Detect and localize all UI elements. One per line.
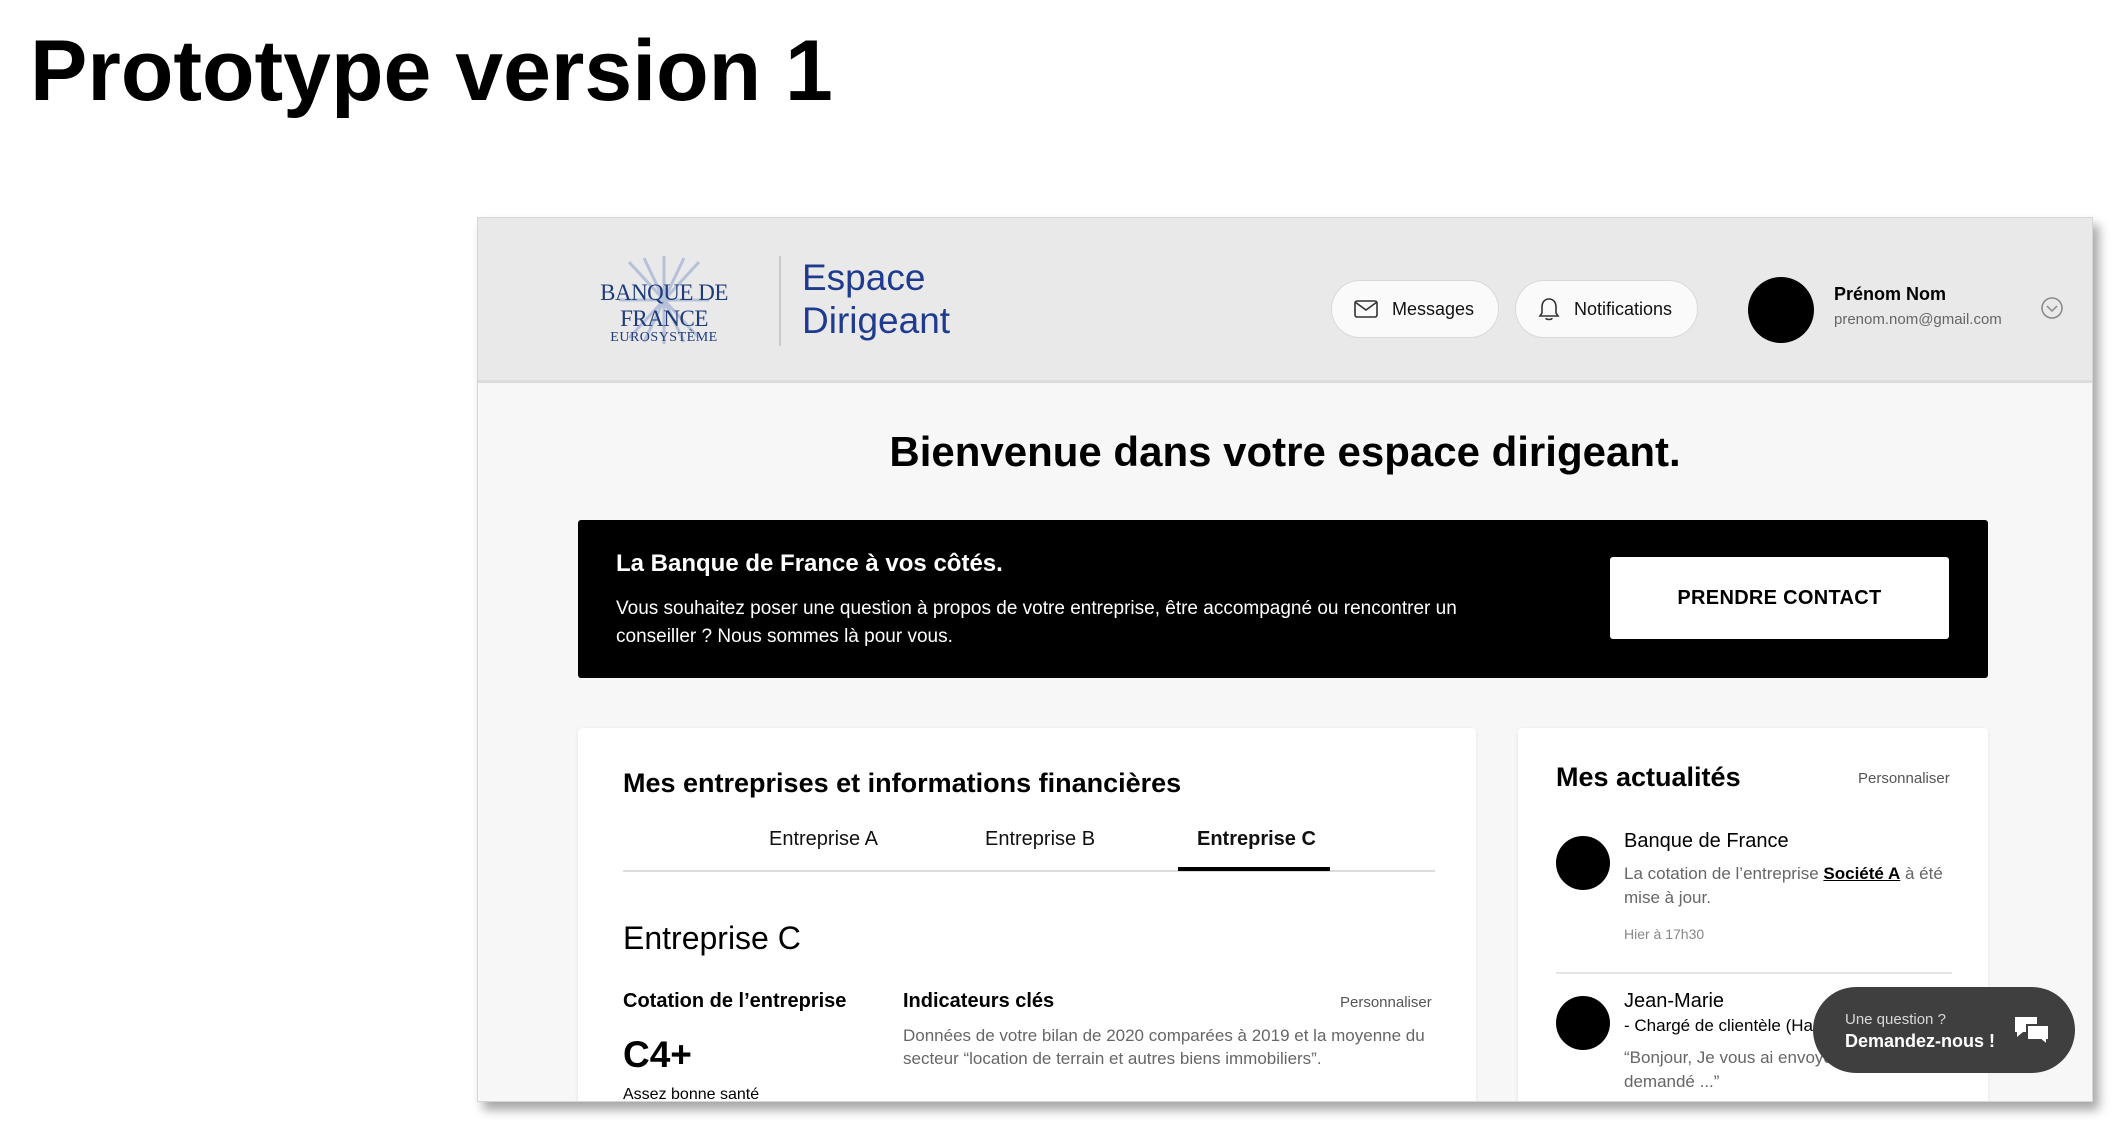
news-title: Mes actualités xyxy=(1556,762,1741,792)
company-tabs: Entreprise A Entreprise B Entreprise C xyxy=(623,828,1435,872)
indicators-customize-link[interactable]: Personnaliser xyxy=(1340,994,1432,1011)
banque-de-france-logo[interactable]: BANQUE DE FRANCE EUROSYSTÈME xyxy=(564,252,764,348)
indicators-description: Données de votre bilan de 2020 comparées… xyxy=(903,1026,1425,1068)
cotation-label: Cotation de l’entreprise xyxy=(623,990,847,1012)
chat-question: Une question ? xyxy=(1845,1011,1946,1028)
app-name: Espace Dirigeant xyxy=(802,256,950,342)
envelope-icon xyxy=(1354,300,1378,318)
header-divider xyxy=(779,256,781,346)
banner-text: Vous souhaitez poser une question à prop… xyxy=(616,598,1457,647)
tab-entreprise-b[interactable]: Entreprise B xyxy=(985,828,1095,868)
user-avatar[interactable] xyxy=(1748,277,1814,343)
avatar xyxy=(1556,836,1610,890)
messages-label: Messages xyxy=(1392,298,1475,319)
company-link[interactable]: Société A xyxy=(1823,864,1900,883)
app-header: BANQUE DE FRANCE EUROSYSTÈME Espace Diri… xyxy=(478,218,2092,383)
cotation-description: Assez bonne santé xyxy=(623,1086,760,1102)
user-name: Prénom Nom xyxy=(1834,284,1947,304)
avatar xyxy=(1556,996,1610,1050)
news-author: Jean-Marie xyxy=(1624,990,1725,1012)
notifications-button[interactable]: Notifications xyxy=(1515,280,1698,338)
notifications-label: Notifications xyxy=(1574,298,1673,319)
bell-icon xyxy=(1538,298,1560,321)
contact-banner: La Banque de France à vos côtés. Vous so… xyxy=(578,520,1988,678)
active-tab-indicator xyxy=(1178,867,1330,871)
news-text: La cotation de l’entreprise Société A à … xyxy=(1624,862,1944,910)
news-time: Hier à 17h30 xyxy=(1624,926,1705,942)
banner-title: La Banque de France à vos côtés. xyxy=(616,550,1003,577)
app-name-line2: Dirigeant xyxy=(802,300,951,341)
logo-subtitle: EUROSYSTÈME xyxy=(610,330,718,345)
indicators-label: Indicateurs clés xyxy=(903,990,1055,1012)
messages-button[interactable]: Messages xyxy=(1331,280,1499,338)
chat-bubbles-icon xyxy=(2015,1017,2050,1047)
user-email: prenom.nom@gmail.com xyxy=(1834,311,2002,328)
chat-button[interactable]: Une question ? Demandez-nous ! xyxy=(1813,987,2075,1073)
news-text-part: La cotation de l’entreprise xyxy=(1624,864,1824,883)
app-name-line1: Espace xyxy=(802,257,926,298)
companies-card: Mes entreprises et informations financiè… xyxy=(578,728,1476,1102)
tab-entreprise-c[interactable]: Entreprise C xyxy=(1197,828,1316,868)
contact-button[interactable]: PRENDRE CONTACT xyxy=(1610,557,1949,639)
companies-title: Mes entreprises et informations financiè… xyxy=(623,768,1182,798)
chat-cta: Demandez-nous ! xyxy=(1845,1031,1996,1051)
welcome-heading: Bienvenue dans votre espace dirigeant. xyxy=(889,428,1681,475)
cotation-value: C4+ xyxy=(623,1034,692,1075)
slide-title: Prototype version 1 xyxy=(30,23,833,119)
tab-entreprise-a[interactable]: Entreprise A xyxy=(769,828,878,868)
news-author-role: - Chargé de clientèle (Ha xyxy=(1624,1016,1813,1035)
company-name: Entreprise C xyxy=(623,920,801,956)
app-screen: BANQUE DE FRANCE EUROSYSTÈME Espace Diri… xyxy=(477,217,2093,1102)
news-customize-link[interactable]: Personnaliser xyxy=(1858,770,1950,787)
chevron-down-icon[interactable] xyxy=(2040,296,2064,320)
logo-name: BANQUE DE FRANCE xyxy=(600,280,728,331)
news-divider xyxy=(1556,972,1952,974)
news-author: Banque de France xyxy=(1624,830,1789,852)
